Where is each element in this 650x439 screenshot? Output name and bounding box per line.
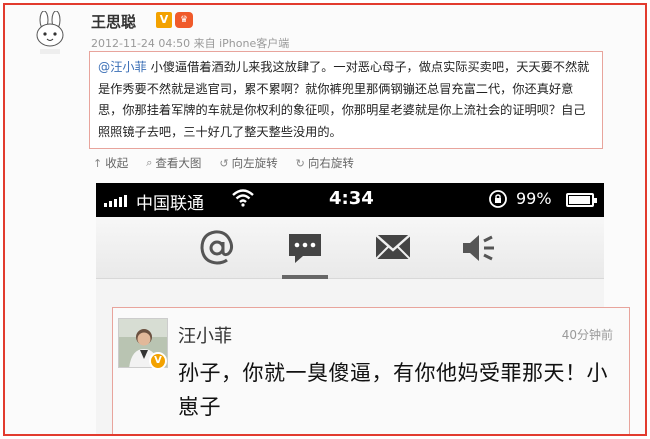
author-name[interactable]: 王思聪 [91, 11, 136, 32]
message-text: 孙子，你就一臭傻逼，有你他妈受罪那天！小崽子 [178, 361, 608, 419]
sender-name[interactable]: 汪小菲 [178, 322, 232, 348]
message-tabbar [96, 217, 604, 279]
collapse-icon: ↑ [93, 156, 103, 170]
image-toolbar: ↑ 收起 ⌕ 查看大图 ↺ 向左旋转 ↻ 向右旋转 [93, 155, 354, 171]
comment-bubble-icon[interactable] [280, 225, 330, 271]
wifi-icon [232, 189, 254, 211]
at-mention-icon[interactable] [192, 225, 242, 271]
battery-icon [566, 193, 597, 207]
message-time: 40分钟前 [561, 328, 613, 342]
magnifier-icon: ⌕ [146, 156, 153, 169]
divider [96, 279, 604, 295]
rotate-left-button[interactable]: ↺ 向左旋转 [219, 155, 277, 171]
post-meta: 2012-11-24 04:50 来自 iPhone客户端 [91, 37, 290, 50]
mail-icon[interactable] [368, 225, 418, 271]
message-card[interactable]: V 汪小菲 40分钟前 孙子，你就一臭傻逼，有你他妈受罪那天！小崽子 [112, 307, 630, 434]
mention-link[interactable]: @汪小菲 [98, 60, 147, 74]
status-bar: 中国联通 4:34 99% [96, 183, 604, 217]
view-large-label: 查看大图 [155, 156, 202, 170]
signal-icon [104, 193, 127, 207]
author-avatar[interactable] [31, 10, 69, 57]
speaker-icon[interactable] [454, 225, 504, 271]
collapse-button[interactable]: ↑ 收起 [93, 155, 128, 171]
rotate-left-label: 向左旋转 [231, 156, 278, 170]
quoted-post: @汪小菲 小傻逼借着酒劲儿来我这放肆了。一对恶心母子，做点实际买卖吧，天天要不然… [89, 51, 603, 149]
view-large-button[interactable]: ⌕ 查看大图 [146, 155, 201, 171]
rotate-left-icon: ↺ [219, 156, 229, 170]
quote-text: 小傻逼借着酒劲儿来我这放肆了。一对恶心母子，做点实际买卖吧，天天要不然就是作秀要… [98, 60, 590, 139]
verified-badge-icon: V [156, 12, 172, 28]
member-crown-icon: ♛ [175, 12, 193, 28]
battery-percent: 99% [516, 189, 552, 208]
rotate-right-label: 向右旋转 [307, 156, 354, 170]
status-time: 4:34 [329, 188, 374, 209]
verified-badge-icon: V [149, 352, 167, 370]
rotation-lock-icon [488, 189, 508, 213]
collapse-label: 收起 [105, 156, 129, 170]
carrier-label: 中国联通 [136, 194, 204, 214]
rotate-right-icon: ↻ [295, 156, 305, 170]
screenshot-frame: 王思聪 V ♛ 2012-11-24 04:50 来自 iPhone客户端 @汪… [3, 3, 647, 436]
rotate-right-button[interactable]: ↻ 向右旋转 [296, 155, 354, 171]
